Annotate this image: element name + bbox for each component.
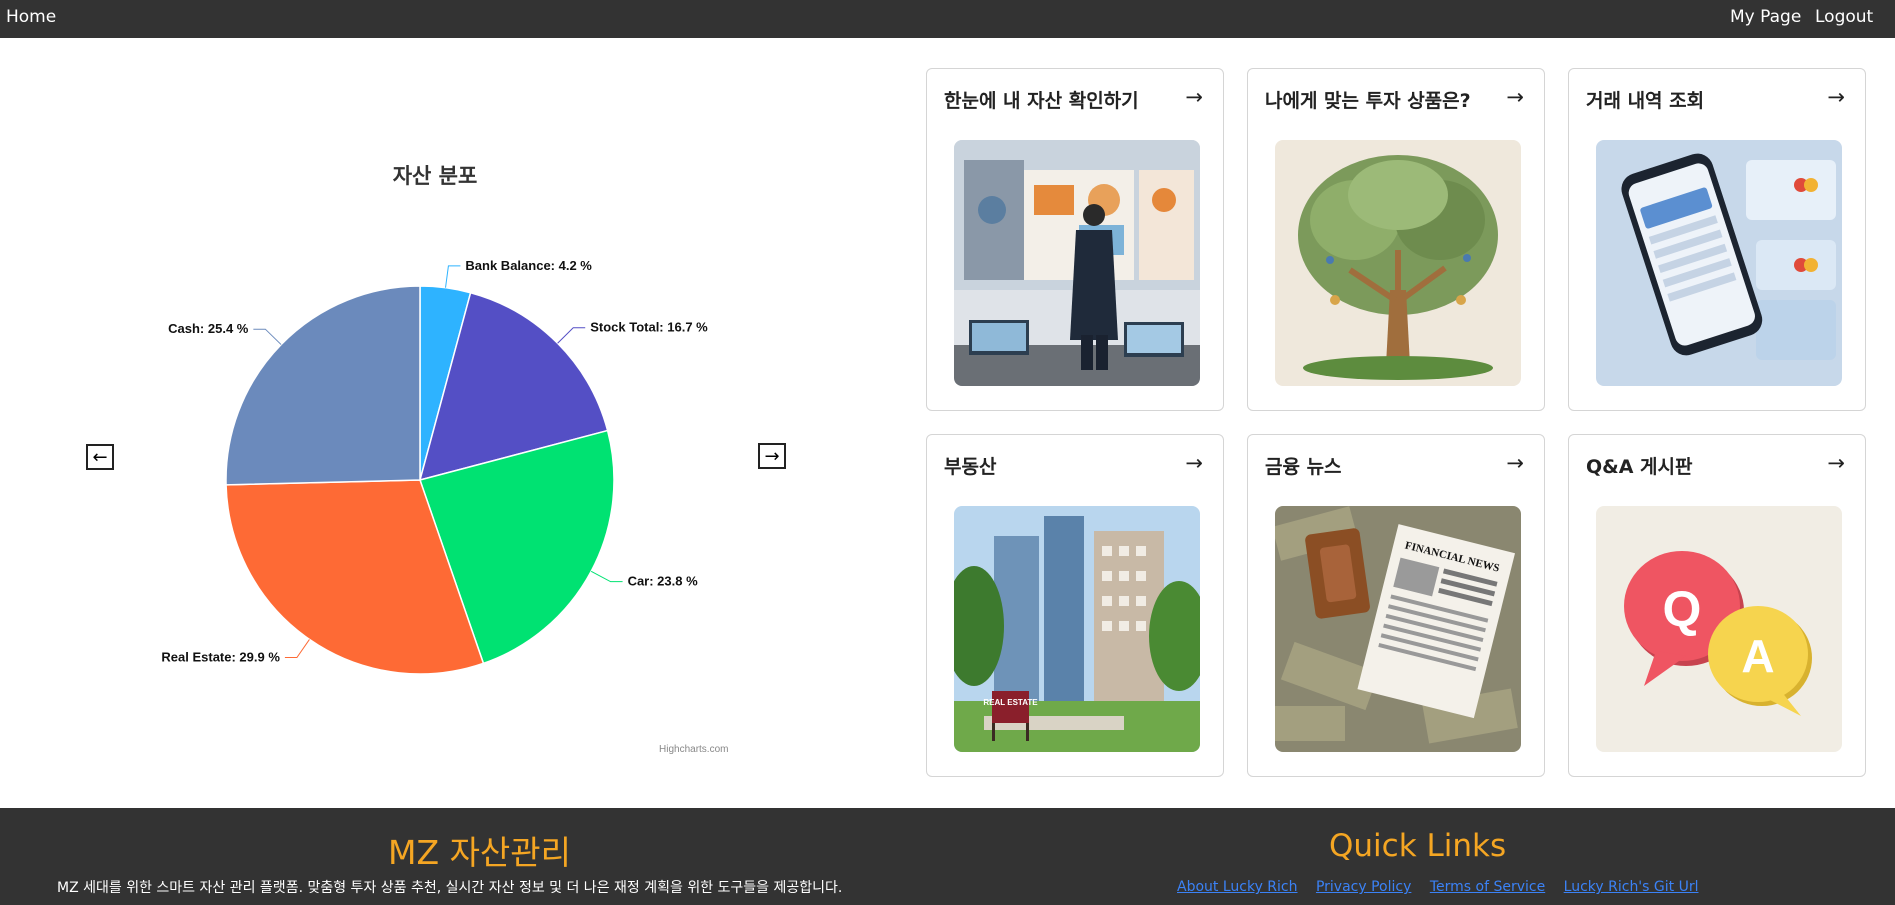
pie-chart-svg: Bank Balance: 4.2 % Stock Total: 16.7 % Ca…: [161, 258, 708, 675]
pie-connector-line: [284, 639, 310, 658]
footer-link-privacy[interactable]: Privacy Policy: [1316, 879, 1411, 895]
footer-link-git[interactable]: Lucky Rich's Git Url: [1564, 879, 1699, 895]
card-title: 금융 뉴스: [1265, 456, 1342, 478]
investment-tree-illustration: [1275, 140, 1521, 386]
arrow-right-icon[interactable]: →: [1185, 451, 1203, 475]
footer-description: MZ 세대를 위한 스마트 자산 관리 플랫폼. 맞춤형 투자 상품 추천, 실…: [57, 880, 843, 896]
site-footer: MZ 자산관리 MZ 세대를 위한 스마트 자산 관리 플랫폼. 맞춤형 투자 …: [0, 808, 1895, 905]
q-bubble-letter: Q: [1663, 581, 1702, 637]
pie-slice-cash[interactable]: [225, 285, 421, 486]
chart-next-button[interactable]: →: [758, 443, 786, 469]
pie-connector-line: [253, 328, 282, 345]
arrow-right-icon[interactable]: →: [1506, 451, 1524, 475]
card-financial-news[interactable]: 금융 뉴스 → FINANCIAL NEWS: [1247, 434, 1545, 777]
nav-logout-link[interactable]: Logout: [1815, 0, 1873, 38]
pie-data-label: Car: 23.8 %: [628, 574, 699, 589]
nav-home-link[interactable]: Home: [6, 0, 56, 38]
asset-overview-illustration: [954, 140, 1200, 386]
financial-news-illustration: FINANCIAL NEWS: [1275, 506, 1521, 752]
card-title: 나에게 맞는 투자 상품은?: [1265, 90, 1471, 112]
arrow-right-icon[interactable]: →: [1185, 85, 1203, 109]
footer-quick-links-title: Quick Links: [1329, 828, 1507, 864]
real-estate-buildings-illustration: REAL ESTATE: [954, 506, 1200, 752]
card-investment-products[interactable]: 나에게 맞는 투자 상품은? →: [1247, 68, 1545, 411]
arrow-right-icon[interactable]: →: [1506, 85, 1524, 109]
top-navbar: Home My Page Logout: [0, 0, 1895, 38]
card-asset-overview[interactable]: 한눈에 내 자산 확인하기 →: [926, 68, 1224, 411]
card-real-estate[interactable]: 부동산 → REAL ESTATE: [926, 434, 1224, 777]
arrow-right-icon[interactable]: →: [1827, 85, 1845, 109]
pie-data-label: Stock Total: 16.7 %: [590, 320, 708, 335]
smartphone-transactions-illustration: [1596, 140, 1842, 386]
chart-prev-button[interactable]: ←: [86, 444, 114, 470]
pie-data-label: Real Estate: 29.9 %: [161, 649, 280, 664]
card-title: 한눈에 내 자산 확인하기: [944, 90, 1139, 112]
a-bubble-letter: A: [1741, 630, 1774, 682]
arrow-right-icon[interactable]: →: [1827, 451, 1845, 475]
card-title: 거래 내역 조회: [1586, 90, 1705, 112]
qa-bubbles-illustration: Q A: [1596, 506, 1842, 752]
card-transaction-history[interactable]: 거래 내역 조회 →: [1568, 68, 1866, 411]
pie-data-label: Cash: 25.4 %: [168, 321, 249, 336]
pie-data-label: Bank Balance: 4.2 %: [465, 258, 592, 273]
nav-my-page-link[interactable]: My Page: [1730, 0, 1801, 38]
card-title: 부동산: [944, 456, 997, 478]
footer-link-about[interactable]: About Lucky Rich: [1177, 879, 1298, 895]
pie-connector-line: [557, 327, 586, 344]
footer-links: About Lucky Rich Privacy Policy Terms of…: [1177, 879, 1712, 895]
footer-link-terms[interactable]: Terms of Service: [1430, 879, 1545, 895]
card-title: Q&A 게시판: [1586, 456, 1693, 478]
card-qa-board[interactable]: Q&A 게시판 → Q A: [1568, 434, 1866, 777]
footer-brand: MZ 자산관리: [388, 833, 572, 872]
real-estate-sign: REAL ESTATE: [983, 698, 1038, 707]
pie-connector-line: [590, 570, 623, 583]
asset-distribution-chart: 자산 분포 Bank Balance: 4.2 % Stock Total: 16…: [0, 38, 900, 808]
chart-credit[interactable]: Highcharts.com: [659, 744, 728, 755]
pie-connector-line: [445, 265, 461, 288]
